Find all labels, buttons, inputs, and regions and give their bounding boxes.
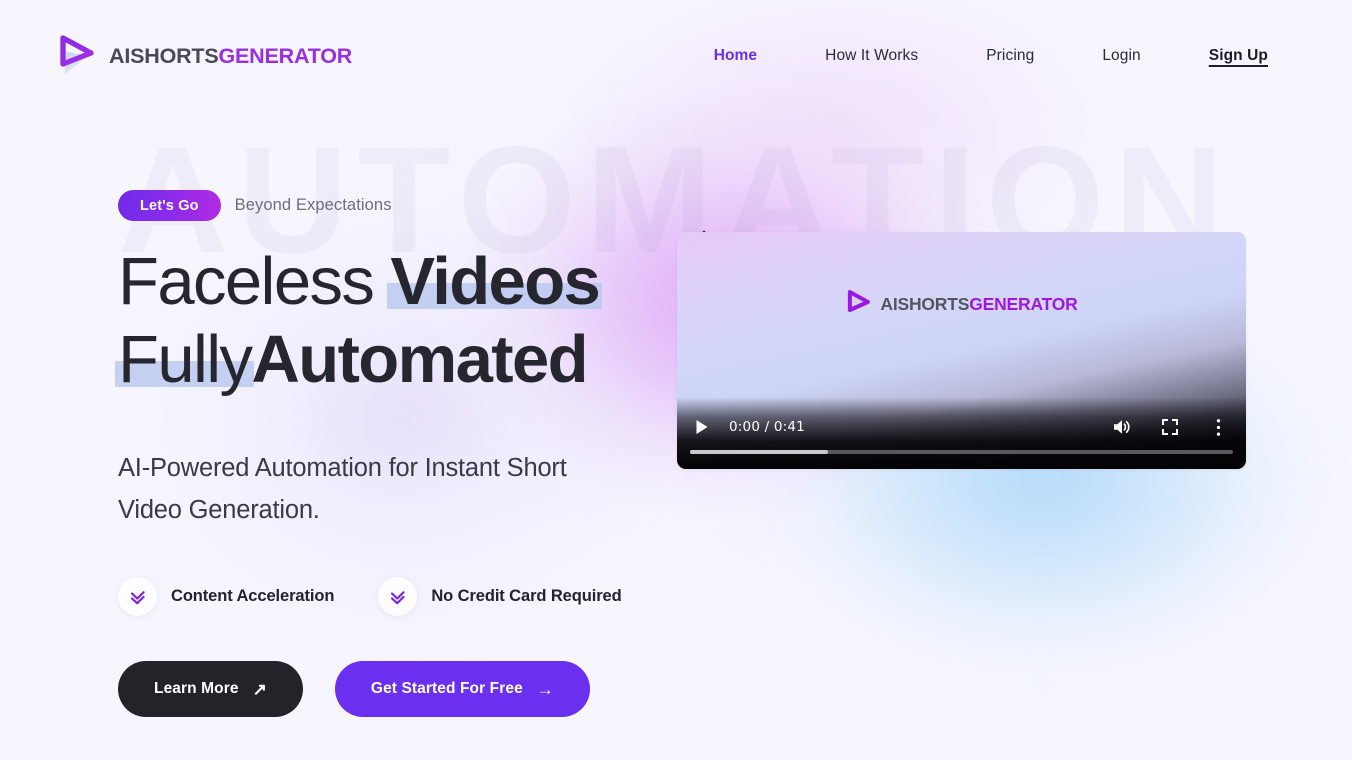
play-arrow-logo-icon: [847, 290, 870, 312]
feature-icon-wrapper: [118, 577, 157, 616]
volume-on-icon: [1114, 420, 1130, 434]
hero-headline-line1-bold: Videos: [387, 244, 603, 319]
get-started-label: Get Started For Free: [370, 680, 523, 697]
play-icon: [696, 420, 708, 434]
video-overlay-brand: AISHORTSGENERATOR: [845, 289, 1078, 319]
brand-name-primary: AISHORTS: [109, 43, 219, 68]
video-more-options-button[interactable]: [1202, 413, 1234, 441]
nav-item-how-it-works[interactable]: How It Works: [791, 41, 952, 71]
site-header: AISHORTSGENERATOR Home How It Works Pric…: [0, 0, 1352, 112]
feature-label: No Credit Card Required: [431, 587, 622, 605]
get-started-button[interactable]: Get Started For Free →: [334, 661, 590, 717]
main-navigation: Home How It Works Pricing Login Sign Up: [680, 41, 1294, 71]
lets-go-pill-button[interactable]: Let's Go: [118, 190, 221, 221]
video-time-display: 0:00 / 0:41: [729, 419, 805, 435]
hero-badge-subtitle: Beyond Expectations: [234, 196, 392, 214]
double-check-icon: [390, 590, 405, 604]
feature-icon-wrapper: [378, 577, 418, 616]
video-volume-button[interactable]: [1106, 413, 1138, 441]
hero-subheadline: AI-Powered Automation for Instant Short …: [118, 447, 698, 531]
double-check-icon: [130, 590, 145, 604]
nav-item-sign-up[interactable]: Sign Up: [1175, 41, 1294, 71]
nav-item-home[interactable]: Home: [680, 41, 791, 71]
hero-content: Let's Go Beyond Expectations Faceless Vi…: [114, 190, 725, 717]
hero-headline-line2-normal: Fully: [114, 322, 255, 397]
hero-headline-line2-bold: Automated: [251, 322, 588, 397]
feature-label: Content Acceleration: [171, 587, 335, 605]
hero-subheadline-line-1: AI-Powered Automation for Instant Short: [118, 454, 567, 482]
fullscreen-icon: [1162, 419, 1178, 435]
hero-cta-row: Learn More ↗ Get Started For Free →: [118, 661, 698, 717]
arrow-right-icon: →: [536, 679, 554, 699]
video-brand-primary: AISHORTS: [880, 293, 970, 314]
hero-video-player[interactable]: AISHORTSGENERATOR 0:00 / 0:41: [677, 232, 1246, 469]
kebab-menu-icon: [1216, 418, 1220, 436]
hero-headline: Faceless Videos Fully Automated: [114, 230, 725, 399]
nav-item-pricing[interactable]: Pricing: [952, 41, 1068, 71]
hero-headline-line-2: Fully Automated: [114, 321, 698, 399]
video-overlay-wordmark: AISHORTSGENERATOR: [880, 294, 1077, 315]
brand-name-secondary: GENERATOR: [218, 43, 353, 68]
video-progress-bar[interactable]: [690, 450, 1233, 454]
video-brand-secondary: GENERATOR: [969, 293, 1078, 314]
feature-no-credit-card: No Credit Card Required: [378, 577, 622, 616]
arrow-up-right-icon: ↗: [252, 679, 267, 699]
hero-headline-line-1: Faceless Videos: [118, 230, 725, 321]
feature-content-acceleration: Content Acceleration: [118, 577, 334, 616]
nav-item-login[interactable]: Login: [1068, 41, 1174, 71]
hero-subheadline-line-2: Video Generation.: [118, 496, 320, 524]
learn-more-button[interactable]: Learn More ↗: [118, 661, 303, 717]
video-play-button[interactable]: [689, 414, 715, 440]
brand-logo[interactable]: AISHORTSGENERATOR: [58, 34, 352, 78]
page-root: AUTOMATION AISHORTSGENERATOR Home How It…: [0, 0, 1352, 760]
video-progress-fill: [690, 450, 829, 454]
video-fullscreen-button[interactable]: [1154, 413, 1186, 441]
hero-headline-line1-normal: Faceless: [118, 244, 391, 319]
video-control-row: 0:00 / 0:41: [689, 413, 1234, 441]
video-control-bar: 0:00 / 0:41: [677, 397, 1246, 469]
hero-feature-list: Content Acceleration No Credit Card Requ…: [118, 577, 698, 616]
learn-more-label: Learn More: [154, 680, 239, 697]
brand-wordmark: AISHORTSGENERATOR: [109, 44, 352, 69]
hero-badge-row: Let's Go Beyond Expectations: [118, 190, 698, 221]
play-triangle-logo-icon: [60, 35, 94, 74]
